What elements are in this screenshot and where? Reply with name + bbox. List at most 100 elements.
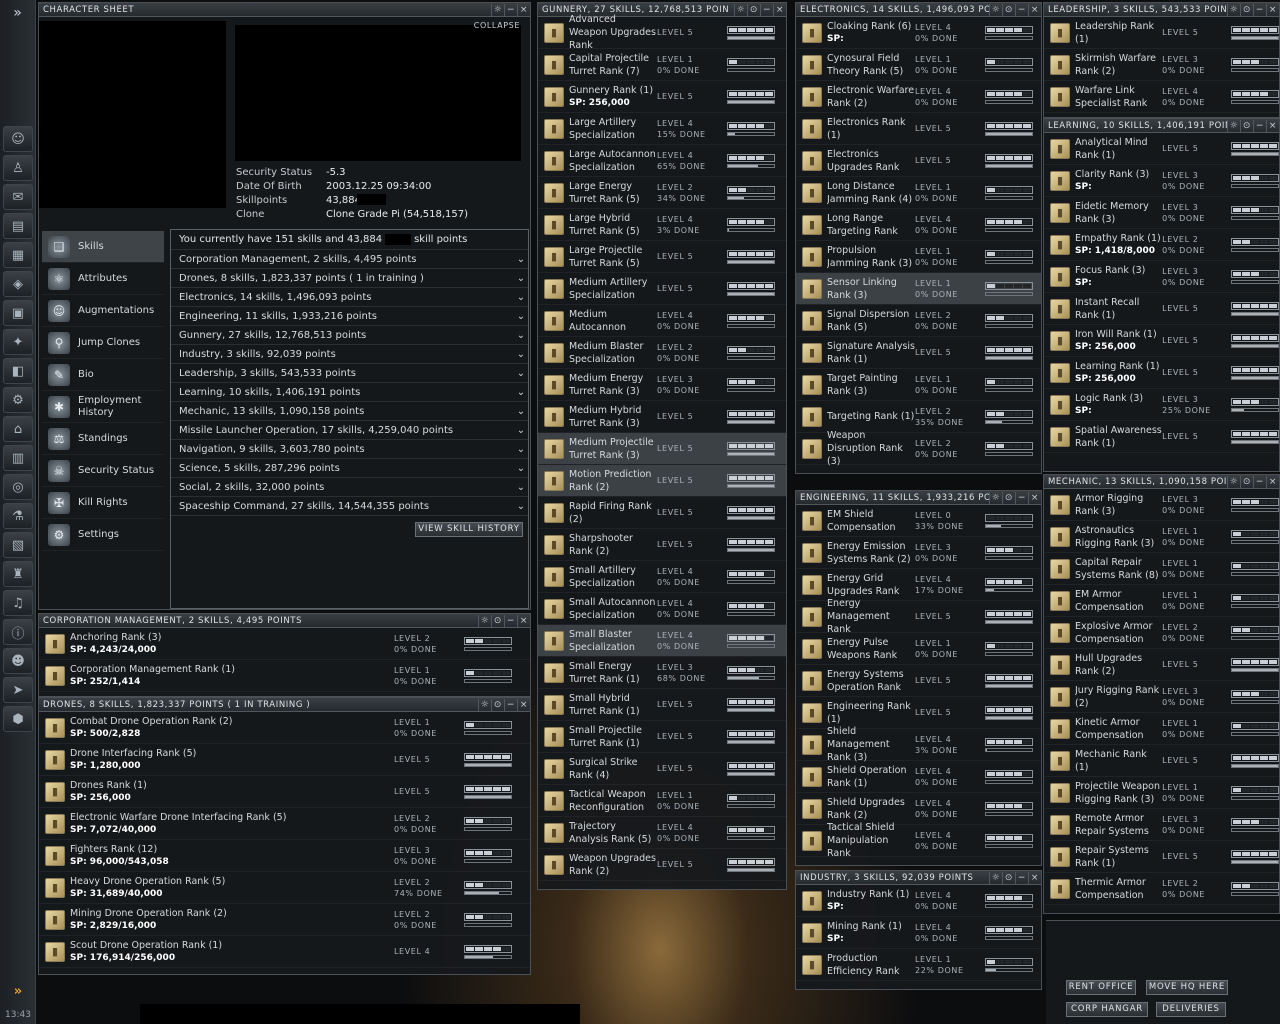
window-header[interactable]: CORPORATION MANAGEMENT, 2 SKILLS, 4,495 … [39,614,530,628]
skill-row[interactable]: ▮ Medium Autocannon LEVEL 4 0% DONE [538,305,786,337]
skill-row[interactable]: ▮ Medium Energy Turret Rank (3) LEVEL 3 0%… [538,369,786,401]
skill-row[interactable]: ▮ Remote Armor Repair Systems LEVEL 3 0% D… [1044,809,1279,841]
skill-row[interactable]: ▮ Iron Will Rank (1) SP: 256,000 LEVEL 5 [1044,325,1279,357]
skill-row[interactable]: ▮ Large Hybrid Turret Rank (5) LEVEL 4 3% … [538,209,786,241]
skill-row[interactable]: ▮ Small Projectile Turret Rank (1) LEVEL 5 [538,721,786,753]
menu-item-bio[interactable]: ✎ Bio [42,359,164,391]
map-icon[interactable]: ◈ [3,271,33,297]
skill-row[interactable]: ▮ Medium Hybrid Turret Rank (3) LEVEL 5 [538,401,786,433]
expand-chevron-icon[interactable]: ⌄ [514,254,528,265]
skill-row[interactable]: ▮ Drones Rank (1) SP: 256,000 LEVEL 5 [39,776,530,808]
menu-item-kill-rights[interactable]: ✠ Kill Rights [42,487,164,519]
skill-row[interactable]: ▮ Hull Upgrades Rank (2) LEVEL 5 [1044,649,1279,681]
menu-item-settings[interactable]: ⚙ Settings [42,519,164,551]
skill-group-row[interactable]: Gunnery, 27 skills, 12,768,513 points ⌄ [171,326,528,345]
skill-row[interactable]: ▮ Large Artillery Specialization LEVEL 4 1… [538,113,786,145]
skill-row[interactable]: ▮ Electronic Warfare Rank (2) LEVEL 4 0% D… [796,81,1041,113]
skill-row[interactable]: ▮ Armor Rigging Rank (3) LEVEL 3 0% DONE [1044,489,1279,521]
skill-row[interactable]: ▮ Thermic Armor Compensation LEVEL 2 0% DO… [1044,873,1279,905]
skill-row[interactable]: ▮ Kinetic Armor Compensation LEVEL 1 0% DO… [1044,713,1279,745]
deliveries-button[interactable]: DELIVERIES [1156,1002,1226,1017]
settings-icon[interactable]: ☼ [989,3,1002,16]
expand-chevron-icon[interactable]: ⌄ [514,482,528,493]
minimize-button[interactable]: − [1253,475,1266,488]
skill-row[interactable]: ▮ Capital Repair Systems Rank (8) LEVEL 1 … [1044,553,1279,585]
options-icon[interactable]: ⊙ [491,614,504,627]
skill-row[interactable]: ▮ Electronic Warfare Drone Interfacing Ra… [39,808,530,840]
skill-row[interactable]: ▮ Advanced Weapon Upgrades Rank LEVEL 5 [538,14,786,51]
skill-row[interactable]: ▮ Large Projectile Turret Rank (5) LEVEL 5 [538,241,786,273]
starmap-icon[interactable]: ✦ [3,329,33,355]
options-icon[interactable]: ⊙ [1240,3,1253,16]
collapse-link[interactable]: COLLAPSE [474,21,520,30]
close-button[interactable]: × [1028,491,1041,504]
minimize-button[interactable]: − [1015,3,1028,16]
skill-row[interactable]: ▮ Spatial Awareness Rank (1) LEVEL 5 [1044,421,1279,453]
expand-chevron-icon[interactable]: ⌄ [514,406,528,417]
skill-row[interactable]: ▮ EM Armor Compensation LEVEL 1 0% DONE [1044,585,1279,617]
skill-row[interactable]: ▮ Cynosural Field Theory Rank (5) LEVEL 1 … [796,49,1041,81]
settings-icon[interactable]: ☼ [491,3,504,16]
skill-row[interactable]: ▮ Leadership Rank (1) LEVEL 5 [1044,17,1279,49]
menu-item-employment-history[interactable]: ✱ Employment History [42,391,164,423]
wallet-icon[interactable]: ▣ [3,300,33,326]
expand-chevron-icon[interactable]: ⌄ [514,311,528,322]
close-button[interactable]: × [1028,871,1041,884]
skill-row[interactable]: ▮ Shield Operation Rank (1) LEVEL 4 0% DON… [796,761,1041,793]
window-header[interactable]: INDUSTRY, 3 SKILLS, 92,039 POINTS ☼ ⊙ − × [796,871,1041,885]
skill-row[interactable]: ▮ Scout Drone Operation Rank (1) SP: 176,9… [39,936,530,968]
skill-row[interactable]: ▮ Large Autocannon Specialization LEVEL 4 … [538,145,786,177]
minimize-button[interactable]: − [760,3,773,16]
skill-row[interactable]: ▮ Small Artillery Specialization LEVEL 4 0… [538,561,786,593]
skill-row[interactable]: ▮ Energy Emission Systems Rank (2) LEVEL 3… [796,537,1041,569]
skill-row[interactable]: ▮ Empathy Rank (1) SP: 1,418/8,000 LEVEL 2 … [1044,229,1279,261]
settings-icon[interactable]: ☼ [1227,475,1240,488]
skill-row[interactable]: ▮ Heavy Drone Operation Rank (5) SP: 31,68… [39,872,530,904]
options-icon[interactable]: ⊙ [491,698,504,711]
skill-row[interactable]: ▮ Cloaking Rank (6) SP: LEVEL 4 0% DONE [796,17,1041,49]
window-header[interactable]: LEADERSHIP, 3 SKILLS, 543,533 POINTS ☼ ⊙ − × [1044,3,1279,17]
mail-icon[interactable]: ✉ [3,184,33,210]
skill-row[interactable]: ▮ Production Efficiency Rank LEVEL 1 22% D… [796,949,1041,981]
neocom-menu-arrow-icon[interactable]: » [4,984,32,1002]
science-icon[interactable]: ⚗ [3,503,33,529]
close-button[interactable]: × [1028,3,1041,16]
window-header[interactable]: MECHANIC, 13 SKILLS, 1,090,158 POIN ☼ ⊙ − × [1044,475,1279,489]
neocom-expand-button[interactable]: » [0,0,35,26]
expand-chevron-icon[interactable]: ⌄ [514,444,528,455]
skill-row[interactable]: ▮ Mechanic Rank (1) LEVEL 5 [1044,745,1279,777]
skill-row[interactable]: ▮ Explosive Armor Compensation LEVEL 2 0% … [1044,617,1279,649]
skill-row[interactable]: ▮ Tactical Shield Manipulation Rank LEVEL … [796,822,1041,859]
skill-row[interactable]: ▮ Mining Drone Operation Rank (2) SP: 2,82… [39,904,530,936]
market-icon[interactable]: ▦ [3,242,33,268]
character-sheet-header[interactable]: CHARACTER SHEET ☼ − × [39,3,530,17]
corp-icon[interactable]: ♜ [3,561,33,587]
skill-group-row[interactable]: Mechanic, 13 skills, 1,090,158 points ⌄ [171,402,528,421]
skill-row[interactable]: ▮ Sensor Linking Rank (3) LEVEL 1 0% DONE [796,273,1041,305]
skill-row[interactable]: ▮ Repair Systems Rank (1) LEVEL 5 [1044,841,1279,873]
move-hq-here-button[interactable]: MOVE HQ HERE [1146,980,1228,995]
calculator-icon[interactable]: ▥ [3,445,33,471]
menu-item-security-status[interactable]: ☠ Security Status [42,455,164,487]
skill-row[interactable]: ▮ Astronautics Rigging Rank (3) LEVEL 1 0%… [1044,521,1279,553]
fitting-icon[interactable]: ⚙ [3,387,33,413]
expand-chevron-icon[interactable]: ⌄ [514,368,528,379]
skill-row[interactable]: ▮ Medium Projectile Turret Rank (3) LEVEL … [538,433,786,465]
skill-row[interactable]: ▮ Weapon Disruption Rank (3) LEVEL 2 0% DO… [796,430,1041,467]
skill-row[interactable]: ▮ Small Autocannon Specialization LEVEL 4 … [538,593,786,625]
corp-hangar-button[interactable]: CORP HANGAR [1066,1002,1148,1017]
minimize-button[interactable]: − [504,698,517,711]
skill-group-row[interactable]: Missile Launcher Operation, 17 skills, 4… [171,421,528,440]
skill-row[interactable]: ▮ Large Energy Turret Rank (5) LEVEL 2 34%… [538,177,786,209]
skill-group-row[interactable]: Spaceship Command, 27 skills, 14,544,355… [171,497,528,516]
industry-icon[interactable]: ⌂ [3,416,33,442]
minimize-button[interactable]: − [1015,491,1028,504]
skill-row[interactable]: ▮ Energy Pulse Weapons Rank LEVEL 1 0% DON… [796,633,1041,665]
skill-group-row[interactable]: Drones, 8 skills, 1,823,337 points ( 1 i… [171,269,528,288]
skill-group-row[interactable]: Learning, 10 skills, 1,406,191 points ⌄ [171,383,528,402]
people-icon[interactable]: ♙ [3,155,33,181]
skill-group-row[interactable]: Science, 5 skills, 287,296 points ⌄ [171,459,528,478]
skill-row[interactable]: ▮ Electronics Rank (1) LEVEL 5 [796,113,1041,145]
skill-row[interactable]: ▮ Fighters Rank (12) SP: 96,000/543,058 LEV… [39,840,530,872]
skill-group-row[interactable]: Electronics, 14 skills, 1,496,093 points… [171,288,528,307]
